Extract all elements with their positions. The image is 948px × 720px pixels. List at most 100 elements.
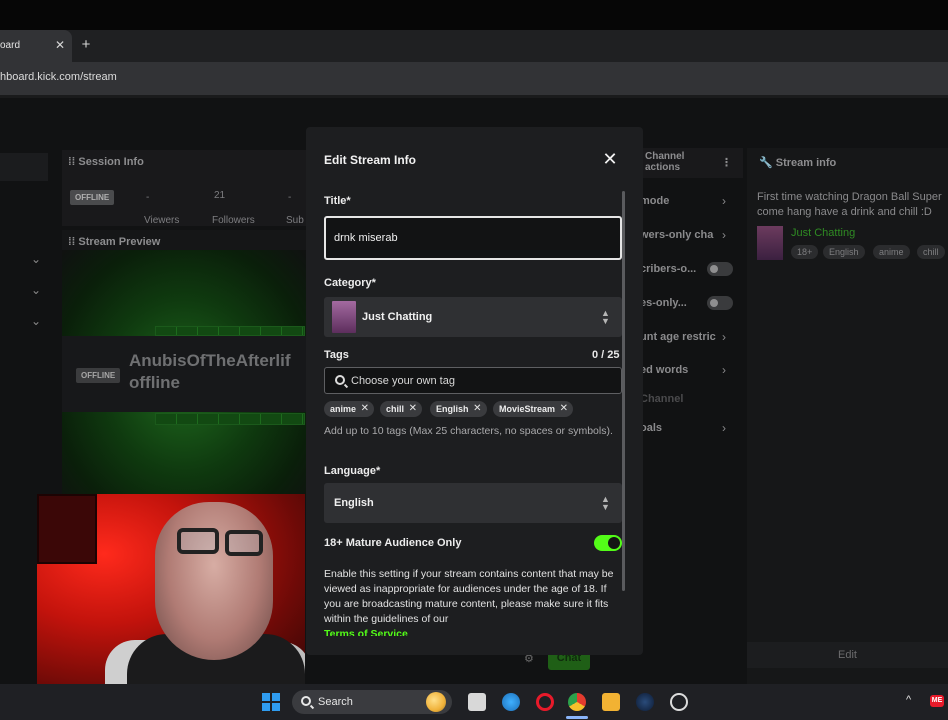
windows-taskbar: Search ^ ME: [0, 684, 948, 720]
taskbar-search-label: Search: [318, 696, 353, 708]
weather-icon: [426, 692, 446, 712]
tab-title: oard: [0, 40, 21, 51]
title-label: Title*: [324, 195, 351, 207]
action-item[interactable]: ed words: [640, 364, 688, 376]
action-toggle[interactable]: [707, 262, 733, 276]
language-label: Language*: [324, 465, 381, 477]
stream-info-panel: 🔧 Stream info First time watching Dragon…: [747, 148, 948, 684]
file-explorer-icon[interactable]: [468, 693, 486, 711]
new-tab-button[interactable]: +: [78, 37, 94, 53]
toggle-knob: [608, 537, 620, 549]
followers-value: 21: [214, 190, 226, 201]
remove-tag-icon[interactable]: ✕: [409, 401, 417, 417]
tag-chip-label: English: [436, 404, 469, 414]
select-caret-icon: ▲ ▼: [601, 494, 610, 512]
edge-icon[interactable]: [502, 693, 520, 711]
taskbar-search[interactable]: Search: [292, 690, 452, 714]
tab-close-icon[interactable]: ✕: [53, 38, 67, 52]
tag-chip-chill: chill ✕: [380, 401, 423, 417]
followers-label: Followers: [212, 215, 255, 226]
modal-title: Edit Stream Info: [324, 153, 417, 167]
windows-start-icon[interactable]: [262, 693, 280, 711]
address-bar[interactable]: hboard.kick.com/stream: [0, 62, 948, 95]
language-select[interactable]: English ▲ ▼: [324, 483, 622, 523]
action-item[interactable]: es-only...: [640, 297, 687, 309]
tag-chip-english: English ✕: [430, 401, 487, 417]
tags-help-text: Add up to 10 tags (Max 25 characters, no…: [324, 425, 613, 437]
tag-search-input[interactable]: [351, 373, 611, 389]
subs-label: Sub: [286, 215, 304, 226]
preview-pattern: [155, 326, 305, 336]
chevron-right-icon[interactable]: ›: [722, 330, 726, 344]
chevron-down-icon[interactable]: ⌄: [28, 283, 44, 299]
action-item[interactable]: oals: [640, 422, 662, 434]
tray-chevron-up-icon[interactable]: ^: [906, 694, 911, 706]
preview-offline-chip: OFFLINE: [76, 368, 121, 383]
search-icon: [335, 375, 345, 385]
streamer-status: offline: [129, 373, 180, 392]
select-caret-icon: ▲ ▼: [601, 308, 610, 326]
stream-info-edit-button[interactable]: Edit: [747, 642, 948, 668]
tag-chip-moviestream: MovieStream ✕: [493, 401, 574, 417]
category-thumbnail: [757, 226, 783, 260]
preview-pattern-lower: [155, 413, 305, 425]
category-label: Category*: [324, 277, 376, 289]
streamer-name: AnubisOfTheAfterlif: [129, 351, 291, 370]
session-info-title: ⁞⁞ Session Info: [68, 156, 144, 168]
info-tag: English: [823, 245, 865, 259]
tray-badge-icon[interactable]: ME: [930, 695, 944, 707]
channel-actions-title: Channel actions: [645, 151, 685, 173]
url-text[interactable]: hboard.kick.com/stream: [0, 71, 117, 83]
tag-chip-anime: anime ✕: [324, 401, 375, 417]
action-item[interactable]: wers-only cha: [640, 229, 713, 241]
tags-count: 0 / 25: [592, 349, 620, 361]
chevron-down-icon[interactable]: ⌄: [28, 314, 44, 330]
chevron-right-icon[interactable]: ›: [722, 194, 726, 208]
action-item[interactable]: mode: [640, 195, 669, 207]
modal-scrollbar[interactable]: [622, 191, 625, 591]
window-top-bar: [0, 0, 948, 30]
info-tag: anime: [873, 245, 910, 259]
action-item[interactable]: Channel: [640, 393, 683, 405]
tag-search-field[interactable]: [324, 367, 622, 394]
browser-tab[interactable]: oard ✕: [0, 30, 72, 62]
mature-label: 18+ Mature Audience Only: [324, 537, 462, 549]
tags-label: Tags: [324, 349, 349, 361]
tab-strip: oard ✕ +: [0, 30, 948, 62]
action-item[interactable]: unt age restric: [640, 331, 716, 343]
action-item[interactable]: cribers-o...: [640, 263, 696, 275]
active-app-indicator: [566, 716, 588, 719]
opera-icon[interactable]: [536, 693, 554, 711]
mature-toggle[interactable]: [594, 535, 622, 551]
webcam-glasses: [225, 530, 263, 556]
category-select[interactable]: Just Chatting ▲ ▼: [324, 297, 622, 337]
obs-icon[interactable]: [670, 693, 688, 711]
chevron-down-icon[interactable]: ⌄: [28, 252, 44, 268]
folder-icon[interactable]: [602, 693, 620, 711]
info-tag: chill: [917, 245, 945, 259]
stream-info-description: First time watching Dragon Ball Super co…: [757, 191, 942, 218]
remove-tag-icon[interactable]: ✕: [473, 401, 481, 417]
session-info-panel: ⁞⁞ Session Info OFFLINE - Viewers 21 Fol…: [62, 150, 306, 226]
steam-icon[interactable]: [636, 693, 654, 711]
mature-description: Enable this setting if your stream conta…: [324, 568, 614, 625]
close-icon[interactable]: ✕: [600, 149, 620, 169]
remove-tag-icon[interactable]: ✕: [560, 401, 568, 417]
subs-value: -: [288, 192, 292, 203]
tag-chip-label: MovieStream: [499, 404, 556, 414]
info-tag: 18+: [791, 245, 819, 259]
viewers-value: -: [146, 192, 150, 203]
stream-info-category[interactable]: Just Chatting: [791, 227, 855, 239]
stream-info-title: 🔧 Stream info: [759, 157, 837, 169]
chevron-right-icon[interactable]: ›: [722, 421, 726, 435]
webcam-glasses: [177, 528, 219, 554]
chevron-right-icon[interactable]: ›: [722, 363, 726, 377]
more-icon[interactable]: ⋮: [721, 156, 732, 169]
channel-actions-header: Channel actions ⋮: [643, 148, 743, 178]
title-input[interactable]: [324, 216, 622, 260]
chrome-icon[interactable]: [568, 693, 586, 711]
action-toggle[interactable]: [707, 296, 733, 310]
chevron-right-icon[interactable]: ›: [722, 228, 726, 242]
remove-tag-icon[interactable]: ✕: [361, 401, 369, 417]
terms-of-service-link[interactable]: Terms of Service: [324, 627, 408, 636]
